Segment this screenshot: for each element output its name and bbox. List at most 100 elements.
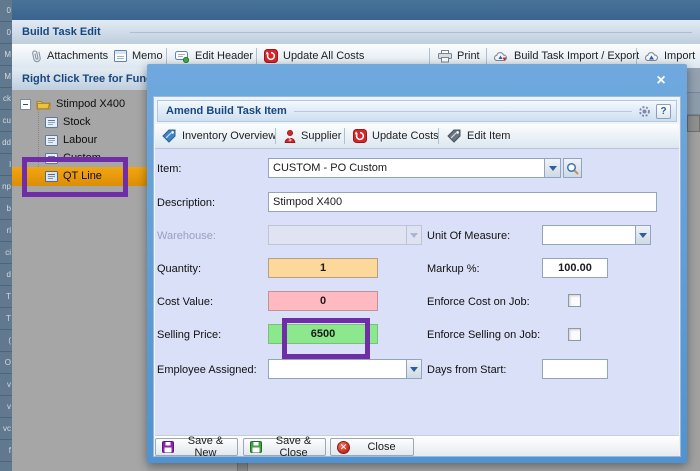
attachments-label: Attachments — [47, 50, 108, 62]
refresh-icon — [353, 129, 367, 143]
background-grid-band — [687, 68, 700, 93]
dialog-toolbar: Inventory Overview $ Supplier Update Cos… — [155, 124, 679, 149]
background-scrollbar-nub — [237, 463, 248, 471]
build-task-import-export-label: Build Task Import / Export — [514, 50, 639, 62]
title-rule — [130, 32, 692, 33]
background-text-fragment: np — [0, 176, 12, 198]
background-text-fragment: vc — [0, 418, 12, 440]
collapse-icon[interactable] — [20, 99, 31, 110]
help-button[interactable]: ? — [656, 104, 671, 119]
save-and-close-button[interactable]: Save & Close — [243, 438, 326, 456]
window-title-bar: Build Task Edit — [12, 20, 700, 45]
dialog-group-header: Amend Build Task Item ? — [157, 100, 677, 122]
background-text-fragment: O — [0, 352, 12, 374]
dialog-title-rule — [294, 111, 632, 112]
background-grid-band — [687, 93, 700, 115]
dialog-body: Amend Build Task Item ? Inventory Overvi… — [153, 96, 681, 457]
background-text-fragment: v — [0, 374, 12, 396]
tree-panel: Stimpod X400 Stock Labour Custom QT Line — [12, 90, 147, 471]
dialog-form-area — [155, 149, 679, 436]
background-text-fragment: rl — [0, 220, 12, 242]
floppy-purple-icon — [162, 441, 174, 453]
background-text-fragment: M — [0, 44, 12, 66]
toolbar-separator — [486, 48, 487, 64]
edit-header-icon — [175, 50, 190, 63]
cloud-up-icon — [644, 50, 659, 62]
background-text-fragment: d — [0, 264, 12, 286]
background-window-strip: 00MMckcuddlnpbrlcidTT(Ovvvcf — [0, 0, 12, 471]
tree-item-label: Labour — [63, 134, 97, 146]
toolbar-separator — [438, 128, 439, 144]
save-and-new-button[interactable]: Save & New — [155, 438, 238, 456]
paperclip-icon — [30, 48, 44, 64]
inventory-overview-button[interactable]: Inventory Overview — [162, 124, 276, 148]
close-button[interactable]: ✕ Close — [330, 438, 414, 456]
edit-item-button[interactable]: Edit Item — [447, 124, 510, 148]
tree-item-labour[interactable]: Labour — [45, 131, 97, 149]
svg-text:$: $ — [288, 136, 292, 143]
print-icon — [438, 50, 452, 63]
annotation-qt-line — [22, 157, 128, 197]
save-and-close-label: Save & Close — [268, 435, 319, 459]
close-circle-icon: ✕ — [337, 441, 350, 454]
floppy-green-icon — [250, 441, 262, 453]
list-icon — [45, 135, 58, 146]
close-icon[interactable]: × — [651, 71, 671, 91]
tree-panel-title: Right Click Tree for Funct — [22, 68, 147, 90]
dark-tag-icon — [447, 129, 462, 143]
background-grid-area — [687, 132, 700, 471]
toolbar-separator — [344, 128, 345, 144]
attachments-button[interactable]: Attachments — [31, 44, 108, 68]
memo-icon — [114, 50, 127, 62]
background-text-fragment: ck — [0, 88, 12, 110]
update-costs-button[interactable]: Update Costs — [353, 124, 439, 148]
background-text-fragment: l — [0, 154, 12, 176]
tree-root-label: Stimpod X400 — [56, 98, 125, 110]
cloud-up-down-icon — [493, 50, 509, 62]
save-and-new-label: Save & New — [180, 435, 231, 459]
tree-item-stock[interactable]: Stock — [45, 113, 91, 131]
edit-item-label: Edit Item — [467, 130, 510, 142]
dialog-title: Amend Build Task Item — [166, 101, 287, 121]
toolbar-separator — [636, 48, 637, 64]
folder-icon — [36, 98, 51, 110]
supplier-person-icon: $ — [284, 130, 296, 143]
window-title: Build Task Edit — [22, 20, 101, 44]
tree-panel-header: Right Click Tree for Funct — [12, 68, 147, 91]
update-costs-label: Update Costs — [372, 130, 439, 142]
window-top-bar — [12, 0, 700, 20]
background-text-fragment: f — [0, 440, 12, 462]
background-text-fragment: T — [0, 286, 12, 308]
toolbar-separator — [166, 48, 167, 64]
toolbar-separator — [256, 48, 257, 64]
toolbar-separator — [275, 128, 276, 144]
print-label: Print — [457, 50, 480, 62]
background-text-fragment: ci — [0, 242, 12, 264]
background-text-fragment: M — [0, 66, 12, 88]
edit-header-label: Edit Header — [195, 50, 253, 62]
background-text-fragment: b — [0, 198, 12, 220]
toolbar-separator — [429, 48, 430, 64]
list-icon — [45, 117, 58, 128]
gear-icon[interactable] — [636, 104, 652, 119]
background-text-fragment: ( — [0, 330, 12, 352]
inventory-overview-label: Inventory Overview — [182, 130, 276, 142]
background-text-fragment: v — [0, 396, 12, 418]
amend-build-task-dialog: × Amend Build Task Item ? Inventory Over… — [147, 64, 687, 463]
background-text-fragment: 0 — [0, 0, 12, 22]
background-text-fragment: 0 — [0, 22, 12, 44]
background-grid-header — [687, 115, 700, 132]
tree-item-label: Stock — [63, 116, 91, 128]
background-text-fragment: T — [0, 308, 12, 330]
update-all-costs-label: Update All Costs — [283, 50, 364, 62]
close-label: Close — [356, 441, 407, 453]
screenshot-root: 00MMckcuddlnpbrlcidTT(Ovvvcf Build Task … — [0, 0, 700, 471]
refresh-icon — [264, 49, 278, 63]
supplier-label: Supplier — [301, 130, 341, 142]
import-label: Import — [664, 50, 695, 62]
memo-label: Memo — [132, 50, 163, 62]
supplier-button[interactable]: $ Supplier — [284, 124, 341, 148]
tree-root-node[interactable]: Stimpod X400 — [20, 95, 125, 113]
tag-icon — [162, 129, 177, 143]
background-text-fragment: cu — [0, 110, 12, 132]
